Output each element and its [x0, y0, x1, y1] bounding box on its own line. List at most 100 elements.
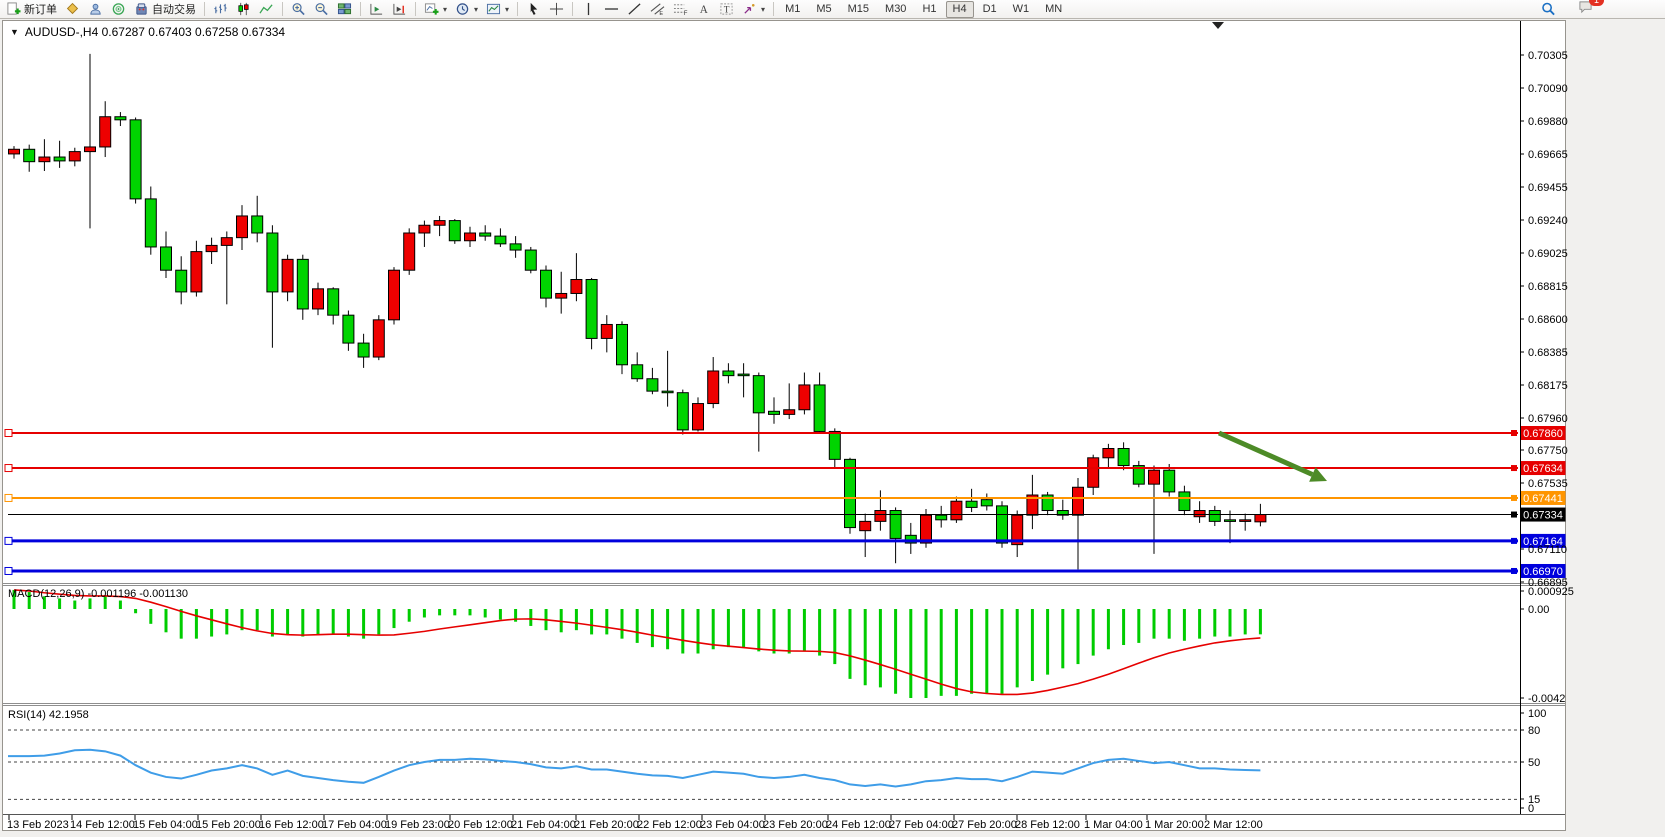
autotrading-button[interactable]: 自动交易	[130, 1, 200, 18]
svg-text:0.68385: 0.68385	[1528, 347, 1568, 359]
svg-text:F: F	[684, 11, 688, 16]
text-button[interactable]: A	[692, 1, 715, 18]
svg-text:17 Feb 04:00: 17 Feb 04:00	[322, 819, 387, 831]
trendline-icon	[627, 2, 642, 16]
zoom-out-button[interactable]	[310, 1, 333, 18]
svg-text:14 Feb 12:00: 14 Feb 12:00	[70, 819, 135, 831]
toolbar-separator	[572, 2, 573, 16]
auto-scroll-icon	[369, 2, 384, 16]
line-chart-button[interactable]	[255, 1, 278, 18]
svg-text:0.67441: 0.67441	[1523, 493, 1563, 505]
svg-text:T: T	[724, 6, 730, 16]
svg-text:21 Feb 04:00: 21 Feb 04:00	[511, 819, 576, 831]
crosshair-icon	[549, 2, 564, 16]
arrows-button[interactable]: ▾	[738, 1, 769, 18]
svg-text:20 Feb 12:00: 20 Feb 12:00	[448, 819, 513, 831]
equidistant-channel-icon: E	[650, 2, 665, 16]
text-label-button[interactable]: T	[715, 1, 738, 18]
crosshair-button[interactable]	[545, 1, 568, 18]
fibonacci-button[interactable]: F	[669, 1, 692, 18]
svg-text:15 Feb 04:00: 15 Feb 04:00	[133, 819, 198, 831]
auto-scroll-button[interactable]	[365, 1, 388, 18]
zoom-in-icon	[291, 2, 306, 16]
toolbar-right-icons: 1	[1537, 0, 1597, 19]
periods-button[interactable]: ▾	[451, 1, 482, 18]
timeframe-button-h1[interactable]: H1	[915, 1, 943, 18]
bar-chart-button[interactable]	[209, 1, 232, 18]
svg-text:16 Feb 12:00: 16 Feb 12:00	[259, 819, 324, 831]
community-button[interactable]	[84, 1, 107, 18]
timeframe-button-m5[interactable]: M5	[809, 1, 838, 18]
macd-indicator-label: MACD(12,26,9) -0.001196 -0.001130	[8, 588, 188, 600]
new-order-label: 新订单	[24, 1, 57, 17]
svg-text:0.67860: 0.67860	[1523, 428, 1563, 440]
search-button[interactable]	[1537, 1, 1560, 18]
chevron-down-icon: ▾	[505, 5, 509, 14]
svg-text:0.67535: 0.67535	[1528, 478, 1568, 490]
tile-windows-icon	[337, 2, 352, 16]
chart-canvas[interactable]: 0.678600.676340.674410.673340.671640.669…	[0, 0, 1665, 837]
profile-button[interactable]	[61, 1, 84, 18]
svg-text:0.68175: 0.68175	[1528, 380, 1568, 392]
svg-text:0.69665: 0.69665	[1528, 149, 1568, 161]
svg-text:13 Feb 2023: 13 Feb 2023	[7, 819, 69, 831]
svg-text:80: 80	[1528, 725, 1540, 737]
svg-text:E: E	[659, 11, 663, 16]
trading-terminal: 新订单 自动交易 ▾ ▾ ▾ E F A T ▾	[0, 0, 1665, 837]
svg-text:1 Mar 04:00: 1 Mar 04:00	[1084, 819, 1143, 831]
line-chart-icon	[259, 2, 274, 16]
candlestick-chart-button[interactable]	[232, 1, 255, 18]
svg-text:2 Mar 12:00: 2 Mar 12:00	[1204, 819, 1263, 831]
svg-text:A: A	[700, 4, 708, 16]
chart-title-text: AUDUSD-,H4 0.67287 0.67403 0.67258 0.673…	[25, 25, 285, 39]
horizontal-line-button[interactable]	[600, 1, 623, 18]
horizontal-line-icon	[604, 2, 619, 16]
chart-shift-button[interactable]	[388, 1, 411, 18]
timeframe-button-m15[interactable]: M15	[841, 1, 876, 18]
timeframe-button-mn[interactable]: MN	[1038, 1, 1069, 18]
indicators-button[interactable]: ▾	[420, 1, 451, 18]
vertical-line-icon	[581, 2, 596, 16]
robot-icon	[134, 2, 149, 16]
zoom-in-button[interactable]	[287, 1, 310, 18]
indicators-icon	[424, 2, 439, 16]
toolbar-separator	[415, 2, 416, 16]
chart-window	[3, 21, 1566, 831]
rsi-indicator-label: RSI(14) 42.1958	[8, 709, 89, 721]
timeframe-button-h4[interactable]: H4	[946, 1, 974, 18]
clock-icon	[455, 2, 470, 16]
chevron-down-icon: ▾	[761, 5, 765, 14]
svg-text:0.000925: 0.000925	[1528, 586, 1574, 598]
svg-text:0.69455: 0.69455	[1528, 182, 1568, 194]
svg-text:0.69025: 0.69025	[1528, 248, 1568, 260]
diamond-icon	[65, 2, 80, 16]
svg-text:15 Feb 20:00: 15 Feb 20:00	[196, 819, 261, 831]
signals-button[interactable]	[107, 1, 130, 18]
svg-text:0.69880: 0.69880	[1528, 116, 1568, 128]
svg-text:0.67750: 0.67750	[1528, 445, 1568, 457]
vertical-line-button[interactable]	[577, 1, 600, 18]
timeframe-button-m1[interactable]: M1	[778, 1, 807, 18]
timeframe-button-d1[interactable]: D1	[976, 1, 1004, 18]
svg-text:24 Feb 12:00: 24 Feb 12:00	[826, 819, 891, 831]
trendline-button[interactable]	[623, 1, 646, 18]
tile-windows-button[interactable]	[333, 1, 356, 18]
channel-button[interactable]: E	[646, 1, 669, 18]
cursor-button[interactable]	[522, 1, 545, 18]
toolbar-separator	[517, 2, 518, 16]
svg-text:0.67110: 0.67110	[1528, 544, 1567, 556]
svg-text:0: 0	[1528, 803, 1534, 815]
user-icon	[88, 2, 103, 16]
timeframe-button-w1[interactable]: W1	[1006, 1, 1037, 18]
chart-title-bar[interactable]: ▼ AUDUSD-,H4 0.67287 0.67403 0.67258 0.6…	[10, 25, 285, 39]
chart-dropdown-icon[interactable]: ▼	[10, 27, 19, 37]
new-order-button[interactable]: 新订单	[2, 1, 61, 18]
notifications-wrap: 1	[1574, 0, 1597, 19]
svg-text:0.68815: 0.68815	[1528, 281, 1568, 293]
templates-button[interactable]: ▾	[482, 1, 513, 18]
chevron-down-icon: ▾	[474, 5, 478, 14]
svg-text:19 Feb 23:00: 19 Feb 23:00	[385, 819, 450, 831]
toolbar-separator	[360, 2, 361, 16]
timeframe-button-m30[interactable]: M30	[878, 1, 913, 18]
arrow-objects-icon	[742, 2, 757, 16]
